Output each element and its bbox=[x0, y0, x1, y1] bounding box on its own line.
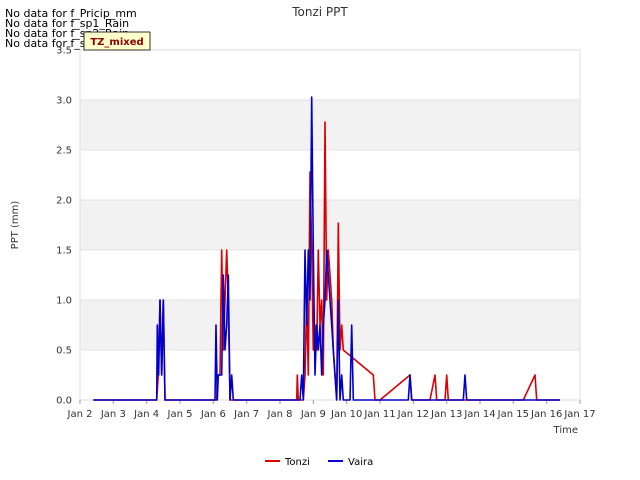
badge-label: TZ_mixed bbox=[90, 37, 143, 48]
y-tick-label: 2.5 bbox=[56, 146, 72, 157]
badge: TZ_mixed bbox=[83, 31, 151, 51]
grid-band bbox=[80, 200, 580, 250]
x-tick-label: Jan 4 bbox=[133, 409, 159, 420]
y-tick-label: 0.5 bbox=[56, 346, 72, 357]
x-tick-label: Jan 11 bbox=[363, 409, 395, 420]
x-tick-label: Jan 8 bbox=[267, 409, 293, 420]
x-tick-label: Jan 3 bbox=[100, 409, 126, 420]
y-tick-label: 1.5 bbox=[56, 246, 72, 257]
x-axis: Jan 2 Jan 3 Jan 4 Jan 5 Jan 6 Jan 7 Jan 8 Jan 9… bbox=[67, 400, 596, 420]
grid-band bbox=[80, 100, 580, 150]
legend-label-vaira: Vaira bbox=[348, 457, 373, 468]
x-tick-label: Jan 10 bbox=[330, 409, 362, 420]
x-tick-label: Jan 5 bbox=[167, 409, 193, 420]
x-tick-label: Jan 17 bbox=[563, 409, 595, 420]
legend: Tonzi Vaira bbox=[265, 457, 373, 468]
x-tick-label: Jan 12 bbox=[397, 409, 429, 420]
x-tick-label: Jan 7 bbox=[233, 409, 259, 420]
y-tick-label: 3.0 bbox=[56, 96, 72, 107]
x-tick-label: Jan 13 bbox=[430, 409, 462, 420]
y-tick-label: 0.0 bbox=[56, 396, 72, 407]
x-tick-label: Jan 2 bbox=[67, 409, 93, 420]
x-axis-title: Time bbox=[553, 425, 578, 436]
y-tick-label: 2.0 bbox=[56, 196, 72, 207]
y-tick-label: 1.0 bbox=[56, 296, 72, 307]
y-tick-label: 3.5 bbox=[56, 46, 72, 57]
x-tick-label: Jan 16 bbox=[530, 409, 562, 420]
x-tick-label: Jan 6 bbox=[200, 409, 226, 420]
y-axis: 0.0 0.5 1.0 1.5 2.0 2.5 3.0 3.5 bbox=[56, 46, 72, 407]
chart: Tonzi PPT 0.0 0.5 1.0 1.5 2.0 2.5 3.0 3.5 Jan 2… bbox=[10, 5, 596, 468]
legend-label-tonzi: Tonzi bbox=[284, 457, 310, 468]
x-tick-label: Jan 14 bbox=[463, 409, 495, 420]
chart-title: Tonzi PPT bbox=[291, 5, 348, 19]
x-tick-label: Jan 9 bbox=[300, 409, 326, 420]
x-tick-label: Jan 15 bbox=[497, 409, 529, 420]
y-axis-title: PPT (mm) bbox=[10, 201, 21, 250]
grid-bands bbox=[80, 99, 580, 401]
